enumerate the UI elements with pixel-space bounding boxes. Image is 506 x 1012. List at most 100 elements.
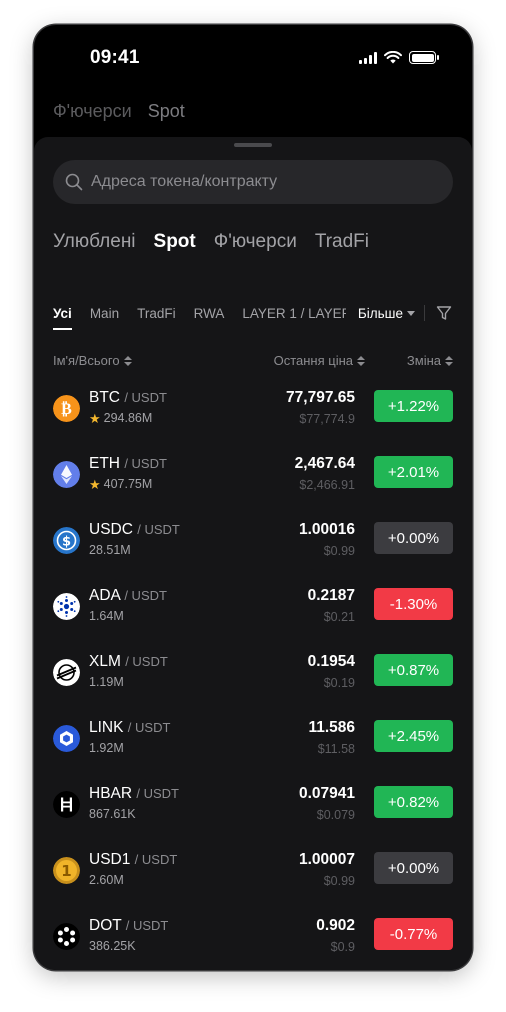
tab-spot[interactable]: Spot [154, 231, 196, 253]
hedera-icon [53, 791, 80, 818]
pair-name: ADA / USDT [89, 587, 167, 604]
cardano-icon [53, 593, 80, 620]
market-sheet: Улюблені Spot Ф'ючерси TradFi Усі Main T… [34, 137, 472, 970]
sub-tab-all[interactable]: Усі [53, 306, 72, 330]
sort-icon [123, 355, 132, 366]
last-price: 0.1954 [307, 653, 355, 670]
volume: 867.61K [89, 807, 136, 821]
cellular-signal-icon [359, 51, 377, 64]
search-input[interactable] [91, 173, 391, 191]
pair-name: XLM / USDT [89, 653, 168, 670]
change-badge[interactable]: +0.00% [374, 522, 453, 554]
category-tabs: Усі Main TradFi RWA LAYER 1 / LAYER 2 Бі… [53, 301, 453, 330]
volume: 386.25K [89, 939, 136, 953]
last-price: 1.00007 [298, 851, 355, 868]
change-badge[interactable]: +0.82% [374, 786, 453, 818]
market-row-usd1[interactable]: 1 USD1 / USDT 2.60M 1.00007 $0.99 +0.00% [34, 837, 472, 903]
sub-tab-main[interactable]: Main [90, 306, 119, 321]
pair-name: BTC / USDT [89, 389, 167, 406]
status-bar: 09:41 [34, 25, 472, 85]
pair-name: LINK / USDT [89, 719, 171, 736]
change-badge[interactable]: +0.87% [374, 654, 453, 686]
change-badge[interactable]: -1.30% [374, 588, 453, 620]
tab-tradfi[interactable]: TradFi [315, 231, 369, 253]
sub-tab-rwa[interactable]: RWA [194, 306, 225, 321]
fiat-price: $0.9 [330, 940, 355, 954]
volume: 2.60M [89, 873, 124, 887]
sort-icon [357, 355, 365, 366]
battery-icon [409, 51, 439, 64]
last-price: 2,467.64 [294, 455, 355, 472]
phone-frame: 09:41 Ф'ючерси Spot Улюблені [34, 25, 472, 970]
background-tabs: Ф'ючерси Spot [53, 101, 185, 122]
sort-icon [445, 355, 453, 366]
market-row-eth[interactable]: ETH / USDT ★ 407.75M 2,467.64 $2,466.91 +… [34, 441, 472, 507]
fiat-price: $2,466.91 [299, 478, 355, 492]
pair-name: ETH / USDT [89, 455, 167, 472]
column-price-label: Остання ціна [273, 353, 353, 368]
filter-icon[interactable] [435, 304, 453, 322]
svg-text:₿: ₿ [61, 399, 72, 418]
market-row-ada[interactable]: ADA / USDT 1.64M 0.2187 $0.21 -1.30% [34, 573, 472, 639]
sort-by-change[interactable]: Зміна [407, 353, 453, 368]
sub-tab-layer[interactable]: LAYER 1 / LAYER 2 [242, 306, 346, 321]
change-badge[interactable]: -0.77% [374, 918, 453, 950]
market-row-btc[interactable]: ₿ BTC / USDT ★ 294.86M 77,797.65 $77,774.… [34, 375, 472, 441]
usdc-icon: $ [53, 527, 80, 554]
last-price: 0.2187 [307, 587, 355, 604]
polkadot-icon [53, 923, 80, 950]
sheet-drag-handle[interactable] [234, 143, 272, 147]
favorite-star-icon: ★ [89, 476, 101, 492]
change-badge[interactable]: +2.01% [374, 456, 453, 488]
fiat-price: $0.21 [323, 610, 355, 624]
fiat-price: $0.99 [323, 874, 355, 888]
ethereum-icon [53, 461, 80, 488]
volume: ★ 294.86M [89, 410, 153, 426]
more-label: Більше [357, 305, 403, 321]
volume: 28.51M [89, 543, 131, 557]
svg-text:$: $ [62, 535, 71, 550]
wifi-icon [384, 51, 402, 64]
last-price: 1.00016 [298, 521, 355, 538]
change-badge[interactable]: +2.45% [374, 720, 453, 752]
chainlink-icon [53, 725, 80, 752]
market-row-link[interactable]: LINK / USDT 1.92M 11.586 $11.58 +2.45% [34, 705, 472, 771]
pair-name: HBAR / USDT [89, 785, 180, 802]
bg-tab-spot: Spot [147, 101, 185, 121]
change-badge[interactable]: +0.00% [374, 852, 453, 884]
volume: 1.64M [89, 609, 124, 623]
tab-futures[interactable]: Ф'ючерси [214, 231, 297, 253]
volume: 1.19M [89, 675, 124, 689]
market-row-dot[interactable]: DOT / USDT 386.25K 0.902 $0.9 -0.77% [34, 903, 472, 957]
fiat-price: $11.58 [317, 742, 355, 756]
sort-by-price[interactable]: Остання ціна [274, 353, 365, 368]
stellar-icon [53, 659, 80, 686]
market-row-xlm[interactable]: XLM / USDT 1.19M 0.1954 $0.19 +0.87% [34, 639, 472, 705]
last-price: 77,797.65 [286, 389, 355, 406]
last-price: 0.902 [316, 917, 355, 934]
search-icon [65, 173, 83, 191]
market-row-usdc[interactable]: $ USDC / USDT 28.51M 1.00016 $0.99 +0.00… [34, 507, 472, 573]
volume: 1.92M [89, 741, 124, 755]
divider [424, 305, 425, 321]
fiat-price: $0.19 [323, 676, 355, 690]
sub-tab-tradfi[interactable]: TradFi [137, 306, 176, 321]
caret-down-icon [407, 310, 415, 316]
market-row-hbar[interactable]: HBAR / USDT 867.61K 0.07941 $0.079 +0.82… [34, 771, 472, 837]
status-icons [359, 51, 439, 64]
bitcoin-icon: ₿ [53, 395, 80, 422]
pair-name: DOT / USDT [89, 917, 169, 934]
favorite-star-icon: ★ [89, 410, 101, 426]
more-dropdown[interactable]: Більше [345, 301, 415, 325]
sort-by-name[interactable]: Ім'я/Всього [53, 353, 132, 368]
tab-favorites[interactable]: Улюблені [53, 231, 136, 253]
search-bar[interactable] [53, 160, 453, 204]
last-price: 0.07941 [298, 785, 355, 802]
fiat-price: $0.079 [316, 808, 355, 822]
change-badge[interactable]: +1.22% [374, 390, 453, 422]
status-time: 09:41 [90, 47, 140, 68]
main-tabs: Улюблені Spot Ф'ючерси TradFi [53, 231, 369, 253]
column-name-label: Ім'я/Всього [53, 353, 120, 368]
bg-tab-futures: Ф'ючерси [53, 101, 132, 121]
last-price: 11.586 [308, 719, 355, 736]
